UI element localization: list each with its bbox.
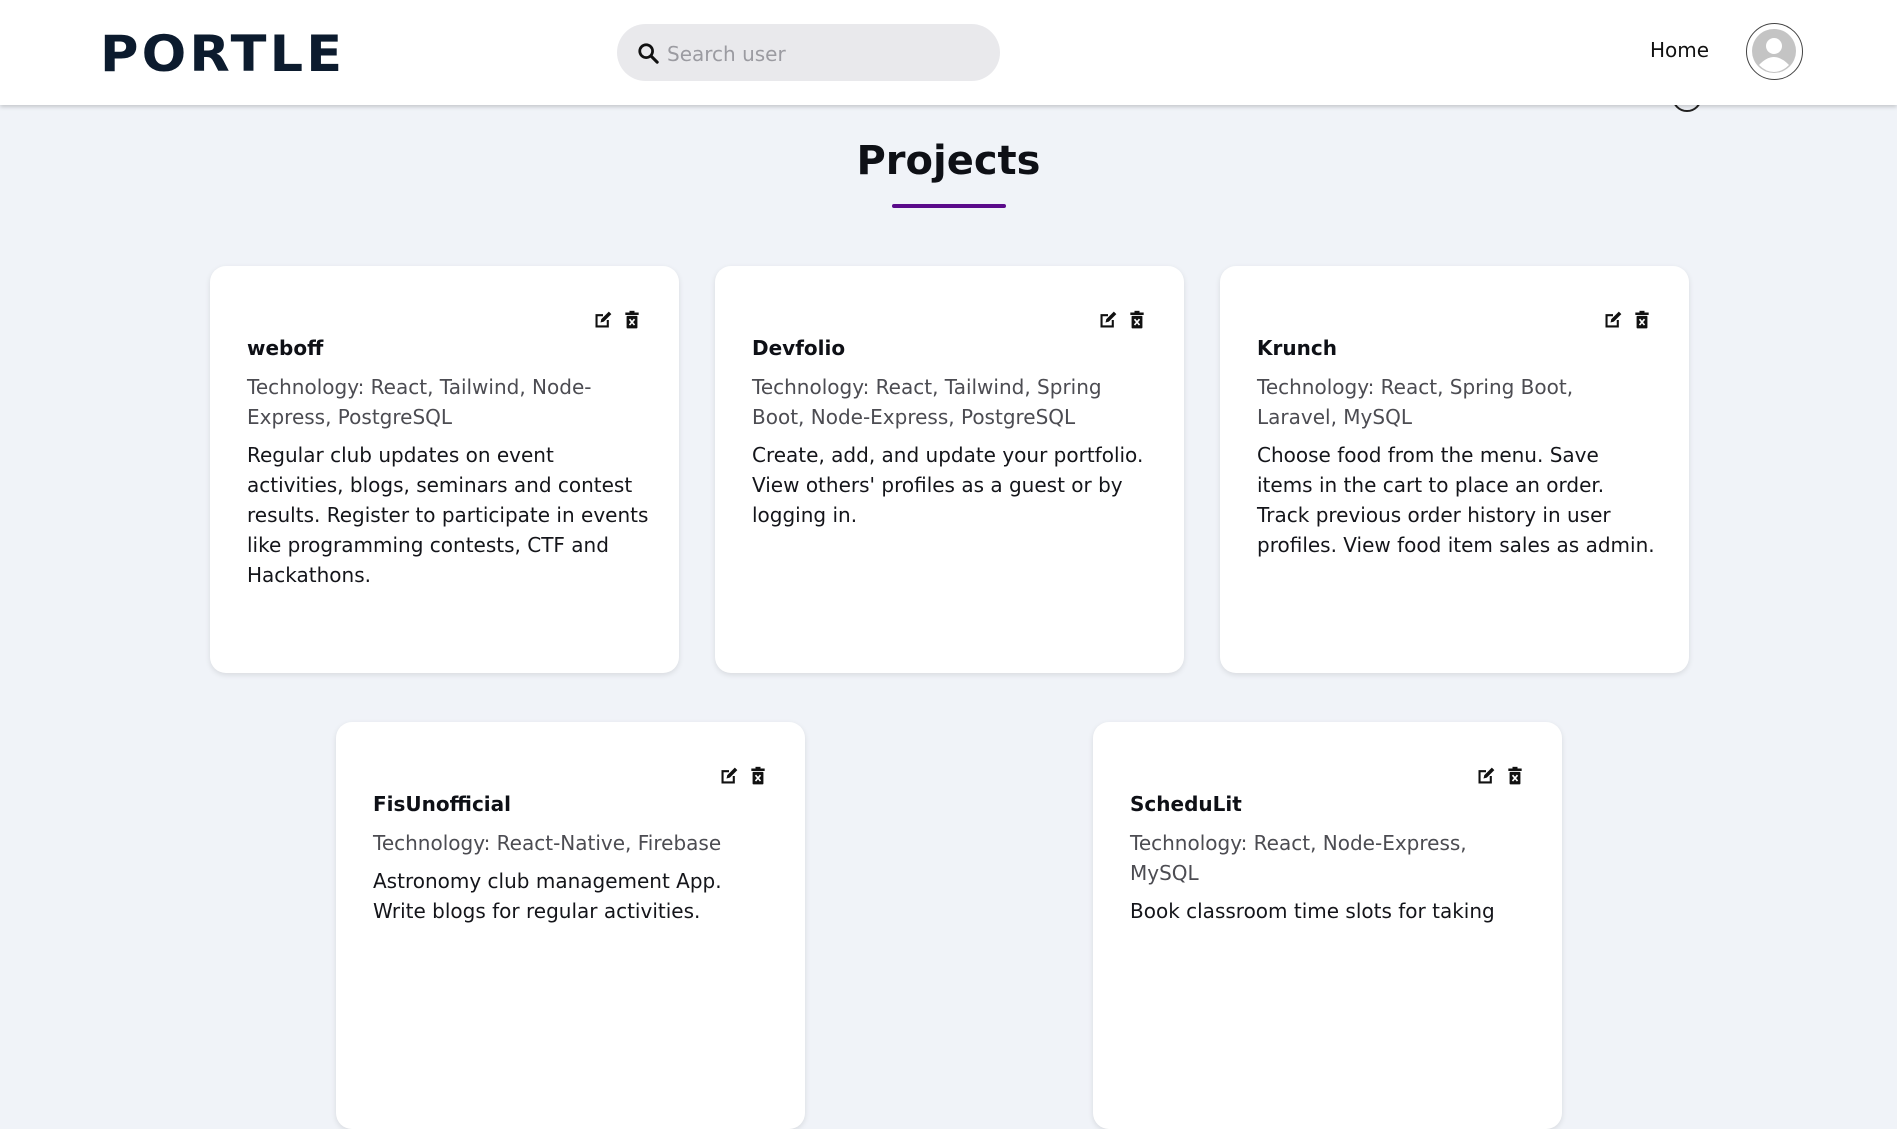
page-title: Projects bbox=[856, 138, 1041, 184]
project-card-weboff: weboff Technology: React, Tailwind, Node… bbox=[210, 266, 679, 673]
delete-icon[interactable] bbox=[1632, 310, 1652, 330]
delete-icon[interactable] bbox=[748, 766, 768, 786]
project-technology: Technology: React, Node-Express, MySQL bbox=[1130, 831, 1467, 885]
user-avatar-icon bbox=[1752, 29, 1796, 73]
search-icon bbox=[638, 43, 659, 64]
project-description: Create, add, and update your portfolio. … bbox=[752, 443, 1144, 527]
card-actions bbox=[719, 766, 768, 786]
edit-icon[interactable] bbox=[719, 766, 739, 786]
delete-icon[interactable] bbox=[622, 310, 642, 330]
project-technology: Technology: React, Tailwind, Spring Boot… bbox=[752, 375, 1102, 429]
edit-icon[interactable] bbox=[1603, 310, 1623, 330]
project-name: FisUnofficial bbox=[373, 792, 512, 816]
card-actions bbox=[1098, 310, 1147, 330]
project-description: Book classroom time slots for taking bbox=[1130, 899, 1495, 923]
delete-icon[interactable] bbox=[1127, 310, 1147, 330]
card-actions bbox=[1476, 766, 1525, 786]
edit-icon[interactable] bbox=[1476, 766, 1496, 786]
project-description: Regular club updates on event activities… bbox=[247, 443, 649, 587]
title-underline bbox=[892, 204, 1006, 208]
project-technology: Technology: React, Tailwind, Node-Expres… bbox=[247, 375, 592, 429]
project-name: weboff bbox=[247, 336, 324, 360]
navbar: PORTLE Home bbox=[0, 0, 1897, 105]
card-actions bbox=[1603, 310, 1652, 330]
project-card-devfolio: Devfolio Technology: React, Tailwind, Sp… bbox=[715, 266, 1184, 673]
project-description: Choose food from the menu. Save items in… bbox=[1257, 443, 1655, 557]
card-actions bbox=[593, 310, 642, 330]
logo[interactable]: PORTLE bbox=[100, 28, 345, 80]
delete-icon[interactable] bbox=[1505, 766, 1525, 786]
avatar[interactable] bbox=[1746, 23, 1803, 80]
project-technology: Technology: React, Spring Boot, Laravel,… bbox=[1257, 375, 1574, 429]
edit-icon[interactable] bbox=[593, 310, 613, 330]
project-name: Krunch bbox=[1257, 336, 1337, 360]
project-description: Astronomy club management App. Write blo… bbox=[373, 869, 722, 923]
project-name: Devfolio bbox=[752, 336, 846, 360]
search-input[interactable] bbox=[665, 24, 989, 83]
project-name: ScheduLit bbox=[1130, 792, 1242, 816]
search-box[interactable] bbox=[617, 24, 1000, 83]
edit-icon[interactable] bbox=[1098, 310, 1118, 330]
project-card-fisunofficial: FisUnofficial Technology: React-Native, … bbox=[336, 722, 805, 1129]
project-card-schedulit: ScheduLit Technology: React, Node-Expres… bbox=[1093, 722, 1562, 1129]
project-card-krunch: Krunch Technology: React, Spring Boot, L… bbox=[1220, 266, 1689, 673]
nav-home-link[interactable]: Home bbox=[1650, 38, 1709, 62]
project-technology: Technology: React-Native, Firebase bbox=[373, 831, 722, 855]
